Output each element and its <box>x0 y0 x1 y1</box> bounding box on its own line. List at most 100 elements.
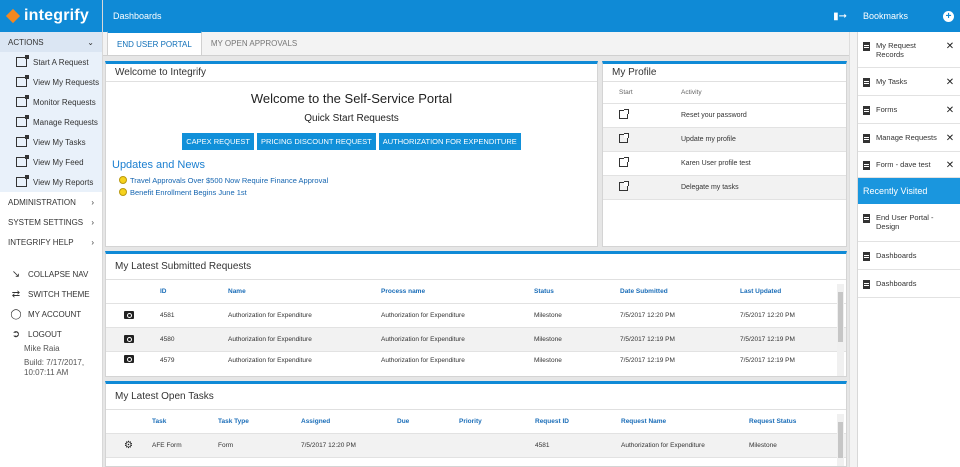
smiley-icon <box>119 176 127 184</box>
view-request-icon[interactable] <box>124 334 134 343</box>
recent-item[interactable]: End User Portal - Design <box>858 204 960 242</box>
tasks-scrollbar[interactable] <box>837 414 844 466</box>
account-icon: ◯ <box>10 308 22 320</box>
new-item-icon <box>16 115 29 127</box>
page-title: Dashboards <box>113 11 162 21</box>
bookmark-item[interactable]: Forms ✕ <box>858 96 960 124</box>
profile-panel-title: My Profile <box>603 64 846 82</box>
open-link-icon[interactable] <box>619 109 629 119</box>
view-request-icon[interactable] <box>124 355 134 363</box>
build-info: Build: 7/17/2017, 10:07:11 AM <box>24 358 85 377</box>
action-monitor-requests[interactable]: Monitor Requests <box>0 92 102 112</box>
news-list: Travel Approvals Over $500 Now Require F… <box>119 174 597 198</box>
col-assigned: Assigned <box>301 418 331 425</box>
logout-button[interactable]: ➲ LOGOUT <box>0 324 102 344</box>
col-last-updated: Last Updated <box>740 288 782 295</box>
tasks-panel-title: My Latest Open Tasks <box>106 384 846 410</box>
bookmarks-title: Bookmarks <box>863 11 909 21</box>
close-icon[interactable]: ✕ <box>945 160 955 171</box>
reports-icon <box>16 175 29 187</box>
submitted-header-row: ID Name Process name Status Date Submitt… <box>106 280 846 304</box>
bookmark-item[interactable]: Form - dave test ✕ <box>858 152 960 178</box>
logo[interactable]: integrify <box>0 0 102 32</box>
pricing-discount-request-button[interactable]: PRICING DISCOUNT REQUEST <box>257 133 376 150</box>
updates-heading: Updates and News <box>112 159 205 171</box>
bookmark-item[interactable]: My Request Records ✕ <box>858 32 960 68</box>
profile-panel: My Profile Start Activity Reset your pas… <box>602 61 847 247</box>
profile-row: Delegate my tasks <box>603 176 846 200</box>
submitted-scrollbar[interactable] <box>837 284 844 376</box>
menu-administration[interactable]: ADMINISTRATION › <box>0 192 102 212</box>
logout-icon: ➲ <box>11 328 21 340</box>
bookmark-item[interactable]: My Tasks ✕ <box>858 68 960 96</box>
close-icon[interactable]: ✕ <box>945 133 955 144</box>
news-item[interactable]: Benefit Enrollment Begins June 1st <box>119 186 597 198</box>
shuffle-icon: ⇄ <box>11 288 21 300</box>
view-request-icon[interactable] <box>124 310 134 319</box>
submitted-scroll-thumb[interactable] <box>838 292 843 342</box>
tab-my-open-approvals[interactable]: MY OPEN APPROVALS <box>202 31 306 55</box>
col-task-type: Task Type <box>218 418 249 425</box>
col-name: Name <box>228 288 246 295</box>
recent-item[interactable]: Dashboards <box>858 270 960 298</box>
col-request-id: Request ID <box>535 418 569 425</box>
table-row: 4581 Authorization for Expenditure Autho… <box>106 304 846 328</box>
col-request-status: Request Status <box>749 418 797 425</box>
feed-icon <box>16 155 29 167</box>
authorization-for-expenditure-button[interactable]: AUTHORIZATION FOR EXPENDITURE <box>378 133 521 150</box>
action-view-my-reports[interactable]: View My Reports <box>0 172 102 192</box>
bookmark-item[interactable]: Manage Requests ✕ <box>858 124 960 152</box>
chevron-right-icon: › <box>91 237 94 247</box>
open-link-icon[interactable] <box>619 157 629 167</box>
action-manage-requests[interactable]: Manage Requests <box>0 112 102 132</box>
menu-system-settings[interactable]: SYSTEM SETTINGS › <box>0 212 102 232</box>
gear-icon[interactable]: ⚙ <box>124 440 133 451</box>
add-bookmark-icon[interactable]: + <box>943 10 954 22</box>
actions-header[interactable]: ACTIONS ⌄ <box>0 32 102 52</box>
close-icon[interactable]: ✕ <box>945 77 955 88</box>
tasks-scroll-thumb[interactable] <box>838 422 843 458</box>
open-link-icon[interactable] <box>619 133 629 143</box>
news-item[interactable]: Travel Approvals Over $500 Now Require F… <box>119 174 597 186</box>
brand-name: integrify <box>24 7 89 24</box>
document-icon <box>863 161 870 170</box>
bookmark-toggle-icon[interactable]: ▮➞ <box>833 11 847 22</box>
capex-request-button[interactable]: CAPEX REQUEST <box>182 133 254 150</box>
menu-integrify-help[interactable]: INTEGRIFY HELP › <box>0 232 102 252</box>
action-view-my-feed[interactable]: View My Feed <box>0 152 102 172</box>
col-status: Status <box>534 288 554 295</box>
profile-col-start: Start <box>619 89 633 96</box>
smiley-icon <box>119 188 127 196</box>
profile-row: Karen User profile test <box>603 152 846 176</box>
actions-label: ACTIONS <box>8 37 44 47</box>
tab-end-user-portal[interactable]: END USER PORTAL <box>107 31 202 55</box>
close-icon[interactable]: ✕ <box>945 105 955 116</box>
close-icon[interactable]: ✕ <box>945 41 955 52</box>
document-icon <box>863 214 870 223</box>
chevron-right-icon: › <box>91 217 94 227</box>
page-scrollbar[interactable] <box>849 32 857 467</box>
action-view-my-requests[interactable]: View My Requests <box>0 72 102 92</box>
profile-col-activity: Activity <box>681 89 702 96</box>
my-account-button[interactable]: ◯ MY ACCOUNT <box>0 304 102 324</box>
new-item-icon <box>16 95 29 107</box>
action-start-request[interactable]: Start A Request <box>0 52 102 72</box>
collapse-nav-button[interactable]: ↘ COLLAPSE NAV <box>0 264 102 284</box>
bookmarks-panel: My Request Records ✕ My Tasks ✕ Forms ✕ Man… <box>857 32 960 467</box>
col-due: Due <box>397 418 410 425</box>
action-view-my-tasks[interactable]: View My Tasks <box>0 132 102 152</box>
logo-diamond-icon <box>5 8 21 24</box>
quick-start-heading: Quick Start Requests <box>304 113 399 124</box>
switch-theme-button[interactable]: ⇄ SWITCH THEME <box>0 284 102 304</box>
top-bar: Dashboards ▮➞ <box>103 0 857 32</box>
new-item-icon <box>16 55 29 67</box>
welcome-heading: Welcome to the Self-Service Portal <box>250 91 453 106</box>
recently-visited-header: Recently Visited <box>858 178 960 204</box>
profile-row: Update my profile <box>603 128 846 152</box>
chevron-right-icon: › <box>91 197 94 207</box>
profile-row: Reset your password <box>603 104 846 128</box>
col-priority: Priority <box>459 418 482 425</box>
recent-item[interactable]: Dashboards <box>858 242 960 270</box>
col-id: ID <box>160 288 167 295</box>
open-link-icon[interactable] <box>619 181 629 191</box>
